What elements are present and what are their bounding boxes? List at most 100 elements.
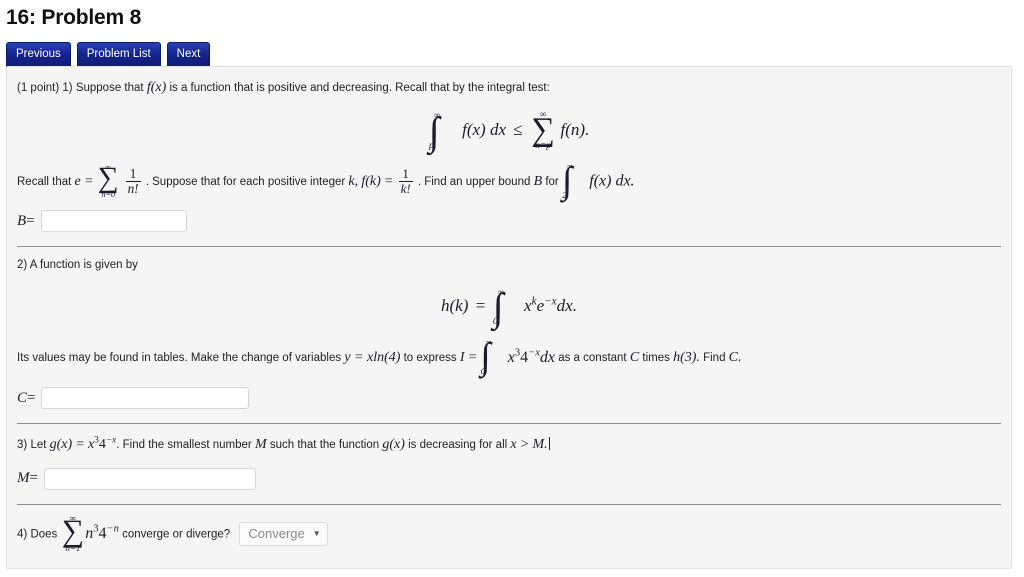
I-symbol: I [459,350,465,366]
sum-lower-limit: n=p [535,141,551,152]
part-2-prompt: 2) A function is given by [17,257,1001,275]
fraction-numerator: 1 [129,166,137,182]
part-1-number: 1) [62,82,73,94]
part-1-display-equation: ∫ ∞ p f(x) dx ≤ ∑ ∞ n=p f(n). [17,110,1001,151]
problem-part-2: 2) A function is given by h(k) = ∫ ∞ 0 x… [7,247,1011,423]
gx-symbol: g(x) [49,437,73,453]
part-1-second-line: Recall that e = ∑ ∞ n=0 1 n! . Suppose t… [17,162,1001,200]
integrand-e: e [536,296,545,316]
fraction-denominator: k! [398,181,413,197]
fk-fraction: 1 k! [398,166,413,197]
text-caret [548,437,550,451]
summand-four: 4 [98,524,107,542]
integral-upper-limit: ∞ [434,110,441,121]
e-sum-upper: ∞ [105,162,112,172]
part-3-mid3: is decreasing for all [408,439,508,452]
answer-label-C: C= [17,390,35,407]
upper-bound-integral: ∫ ∞ 2 f(x) dx. [562,162,635,200]
integrand-dx: dx. [556,296,577,316]
problem-part-3: 3) Let g(x) = x34−x. Find the smallest n… [7,424,1011,504]
tail-text: . Find an upper bound [417,175,531,188]
e-sum-lower: n=0 [101,189,116,199]
part-2-display-equation: h(k) = ∫ ∞ 0 xke−xdx. [17,287,1001,327]
summand: n34−n [85,524,119,542]
integrand-base: x [524,296,532,316]
answer-input-M[interactable] [43,467,256,490]
part-4-tail: converge or diverge? [122,528,231,541]
part-3-lead: Let [30,439,47,452]
sum-upper-limit: ∞ [539,109,547,120]
integral-lower-limit: p [429,140,434,151]
part-3-mid2: such that the function [269,439,380,452]
part-1-relation: ≤ [513,119,523,139]
answer-input-B[interactable] [40,210,187,233]
gx-equals: = [75,437,85,453]
part-1-prompt: (1 point) 1) Suppose that f(x) is a func… [17,77,1001,99]
integrand-four-exponent: −x [528,347,540,359]
find-C-symbol: C. [728,350,742,366]
substitution: y = x [344,350,374,366]
problem-part-1: (1 point) 1) Suppose that f(x) is a func… [7,67,1011,246]
gx-four-exponent: −x [105,434,117,445]
e-symbol: e [74,173,81,189]
navigation-button-bar: Previous Problem List Next [6,42,1024,69]
M-symbol: M [254,437,267,453]
integrand-e-exponent: −x [544,295,557,308]
part-2-second-line: Its values may be found in tables. Make … [17,338,1001,376]
converge-diverge-select[interactable]: Converge ▼ [239,522,328,547]
part-2-lead: Its values may be found in tables. Make … [17,352,342,365]
answer-equals: = [26,212,35,229]
integral-lower-limit: 2 [562,189,567,200]
part-2-answer-row: C= [17,387,1001,410]
problem-panel: (1 point) 1) Suppose that f(x) is a func… [6,66,1012,569]
answer-input-C[interactable] [41,387,250,410]
sum-lower-limit: n=1 [65,543,81,554]
substitution-ln: ln(4) [373,350,401,366]
answer-equals: = [29,470,38,487]
select-selected-value: Converge [248,526,305,542]
part-4-series: ∑ ∞ n=1 n34−n [61,513,119,553]
integral-symbol: ∫ ∞ p [429,110,441,150]
chevron-down-icon: ▼ [312,529,321,539]
part-2-prompt-text: A function is given by [29,259,138,272]
answer-label-text: C [17,389,28,406]
integral-symbol: ∫ ∞ 0 [493,287,505,327]
integral-body: f(x) dx. [589,172,635,190]
integrand-four: 4 [520,348,529,366]
M-end-symbol: M. [532,437,548,453]
part-2-lhs: h(k) [441,296,469,316]
fraction-numerator: 1 [402,166,409,182]
gx-four: 4 [98,437,106,453]
integrand-dx: dx [539,348,556,366]
for-text: for [545,175,559,188]
part-3-number: 3) [17,439,28,452]
fk-equals: = [383,173,394,189]
k-symbol: k, [348,173,359,189]
I-integral: ∫ ∞ 0 x34−xdx [480,338,556,376]
part-1-integrand: f(x) dx [462,119,506,139]
integrand-x: x [507,348,515,366]
part-1-summand: f(n). [560,119,590,139]
integral-upper-limit: ∞ [567,161,574,171]
part-1-fx: f(x) [146,80,167,95]
B-symbol: B [533,173,543,189]
part-3-prompt: 3) Let g(x) = x34−x. Find the smallest n… [17,434,1001,456]
middle-text: . Suppose that for each positive integer [145,175,346,188]
part-4-number: 4) [17,528,28,541]
part-4-prompt: 4) Does ∑ ∞ n=1 n34−n converge or diverg… [17,513,1001,553]
part-2-number: 2) [17,259,28,272]
recall-prefix: Recall that [17,175,72,188]
answer-label-text: B [17,212,27,229]
answer-label-text: M [17,470,30,487]
times-text: times [642,352,670,365]
integral-upper-limit: ∞ [485,338,492,348]
find-text: Find [703,352,726,365]
part-1-answer-row: B= [17,210,1001,233]
e-series: ∑ ∞ n=0 1 n! [97,163,143,199]
gx-expression: x34−x [88,434,117,453]
greater-than-sign: > [519,437,530,453]
problem-list-button[interactable]: Problem List [76,42,161,69]
summation-symbol: ∑ ∞ n=1 [62,513,84,553]
previous-button[interactable]: Previous [6,42,71,69]
next-button[interactable]: Next [166,42,211,69]
